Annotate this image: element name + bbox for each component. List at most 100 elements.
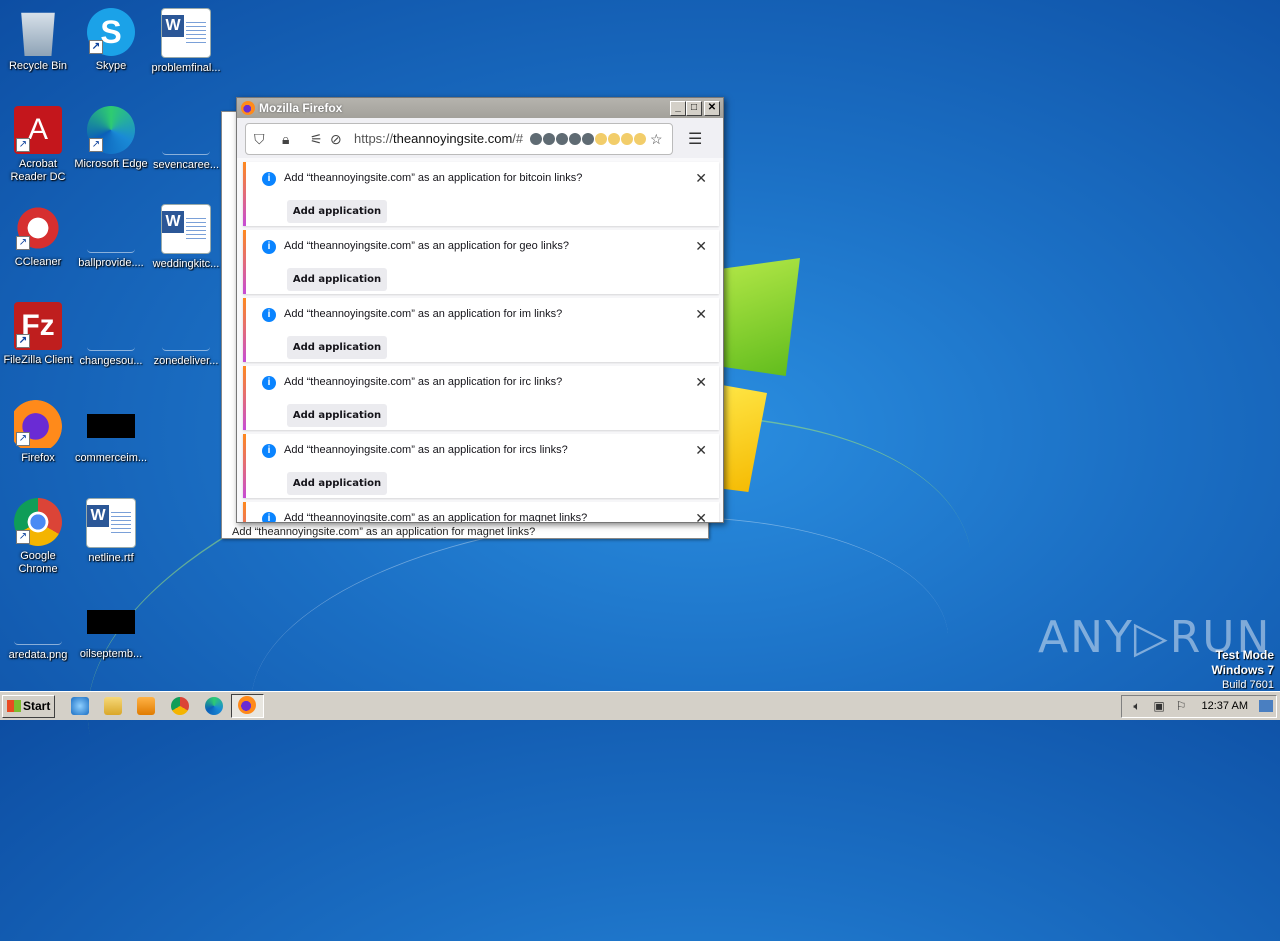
blocked-autoplay-icon[interactable]: ⊘ [330, 132, 342, 146]
desktop-icon-label: FileZilla Client [3, 354, 73, 366]
add-application-button[interactable]: Add application [287, 472, 387, 495]
dismiss-notification-icon[interactable]: ✕ [695, 375, 707, 389]
protocol-handler-notification: i Add “theannoyingsite.com” as an applica… [243, 230, 719, 294]
start-button[interactable]: Start [2, 695, 55, 718]
dismiss-notification-icon[interactable]: ✕ [695, 307, 707, 321]
protocol-handler-notification: i Add “theannoyingsite.com” as an applica… [243, 298, 719, 362]
url-bar[interactable]: ⛉ 🔒︎ ⚟ ⊘ https://theannoyingsite.com/# ☆ [245, 123, 673, 155]
lock-icon[interactable]: 🔒︎ [282, 132, 289, 146]
desktop-icon-label: Firefox [21, 452, 55, 464]
edge-taskbar-icon[interactable] [205, 697, 223, 715]
navigation-toolbar: ⛉ 🔒︎ ⚟ ⊘ https://theannoyingsite.com/# ☆… [237, 118, 723, 158]
desktop-icon-ccleaner[interactable]: ↗ CCleaner [0, 204, 76, 269]
desktop-icon-commerceim[interactable]: commerceim... [73, 400, 149, 465]
add-application-button[interactable]: Add application [287, 336, 387, 359]
desktop-icon-label: problemfinal... [151, 62, 221, 74]
desktop-icon-recycle-bin[interactable]: Recycle Bin [0, 8, 76, 73]
dismiss-notification-icon[interactable]: ✕ [695, 239, 707, 253]
firefox-taskbar-button[interactable] [231, 694, 264, 718]
permissions-icon[interactable]: ⚟ [310, 132, 323, 146]
shield-icon[interactable]: ⛉ [254, 132, 265, 146]
protocol-handler-notification: i Add “theannoyingsite.com” as an applica… [243, 434, 719, 498]
add-application-button[interactable]: Add application [287, 200, 387, 223]
volume-icon[interactable]: 🔈︎ [1130, 699, 1144, 713]
desktop-icon-ballprovide[interactable]: ballprovide.... [73, 204, 149, 270]
acrobat-icon: A ↗ [14, 106, 62, 154]
notification-message: Add “theannoyingsite.com” as an applicat… [284, 444, 568, 456]
desktop-icon-label: aredata.png [8, 649, 68, 661]
desktop-icon-edge[interactable]: ↗ Microsoft Edge [73, 106, 149, 171]
desktop-icon-acrobat[interactable]: A ↗ Acrobat Reader DC [0, 106, 76, 184]
desktop-icon-skype[interactable]: S ↗ Skype [73, 8, 149, 73]
desktop-icon-firefox[interactable]: ↗ Firefox [0, 400, 76, 465]
dismiss-notification-icon[interactable]: ✕ [695, 171, 707, 185]
firefox-window[interactable]: Mozilla Firefox _ □ ✕ ⛉ 🔒︎ ⚟ ⊘ https://t… [236, 97, 724, 523]
url-emoji-dot [595, 133, 607, 145]
desktop-icon-weddingkitc[interactable]: W weddingkitc... [148, 204, 224, 271]
show-desktop-icon[interactable] [1259, 700, 1273, 712]
action-center-flag-icon[interactable]: ⚐ [1174, 699, 1188, 713]
desktop-icon-oilseptemb[interactable]: oilseptemb... [73, 596, 149, 661]
bookmark-star-icon[interactable]: ☆ [650, 132, 663, 146]
shortcut-arrow-icon: ↗ [16, 334, 30, 348]
clock[interactable]: 12:37 AM [1202, 700, 1248, 712]
shortcut-arrow-icon: ↗ [16, 236, 30, 250]
word-doc-icon: W [86, 498, 136, 548]
desktop-icon-sevencaree[interactable]: sevencaree... [148, 106, 224, 172]
word-doc-icon: W [161, 8, 211, 58]
file-icon [87, 302, 135, 351]
taskbar: Start 🔈︎ ▣ ⚐ 12:37 AM [0, 691, 1280, 720]
info-icon: i [262, 444, 276, 458]
skype-icon: S ↗ [87, 8, 135, 56]
desktop-icon-changesou[interactable]: changesou... [73, 302, 149, 368]
url-emoji-dot [530, 133, 542, 145]
url-emoji-dot [556, 133, 568, 145]
close-window-button[interactable]: ✕ [704, 101, 720, 116]
url-emoji-dot [621, 133, 633, 145]
hamburger-menu-icon[interactable]: ☰ [688, 129, 702, 149]
notification-message: Add “theannoyingsite.com” as an applicat… [284, 240, 569, 252]
windows-flag-icon [7, 700, 21, 712]
info-icon: i [262, 308, 276, 322]
desktop-icon-label: Acrobat Reader DC [10, 158, 66, 183]
test-mode-text: Test Mode Windows 7 Build 7601 [1211, 648, 1274, 691]
word-doc-icon: W [161, 204, 211, 254]
add-application-button[interactable]: Add application [287, 404, 387, 427]
dismiss-notification-icon[interactable]: ✕ [695, 511, 707, 522]
shortcut-arrow-icon: ↗ [89, 138, 103, 152]
file-icon [87, 204, 135, 253]
shortcut-arrow-icon: ↗ [16, 432, 30, 446]
notification-message: Add “theannoyingsite.com” as an applicat… [284, 512, 588, 522]
desktop-icon-zonedeliver[interactable]: zonedeliver... [148, 302, 224, 368]
chrome-taskbar-icon[interactable] [171, 697, 189, 715]
desktop-icon-netline[interactable]: W netline.rtf [73, 498, 149, 565]
internet-explorer-icon[interactable] [71, 697, 89, 715]
recycle-bin-icon [21, 12, 55, 56]
url-text[interactable]: https://theannoyingsite.com/# [354, 131, 523, 146]
window-titlebar[interactable]: Mozilla Firefox _ □ ✕ [237, 98, 723, 118]
desktop-icon-problemfinal[interactable]: W problemfinal... [148, 8, 224, 75]
file-explorer-icon[interactable] [104, 697, 122, 715]
minimize-button[interactable]: _ [670, 101, 686, 116]
desktop-icon-label: CCleaner [14, 256, 62, 268]
desktop-icon-chrome[interactable]: ↗ Google Chrome [0, 498, 76, 576]
shortcut-arrow-icon: ↗ [16, 138, 30, 152]
desktop-icon-label: Microsoft Edge [74, 158, 148, 170]
add-application-button[interactable]: Add application [287, 268, 387, 291]
edge-icon: ↗ [87, 106, 135, 154]
info-icon: i [262, 376, 276, 390]
network-icon[interactable]: ▣ [1152, 699, 1166, 713]
media-player-icon[interactable] [137, 697, 155, 715]
desktop-icon-aredata[interactable]: aredata.png [0, 596, 76, 662]
url-emoji-dot [582, 133, 594, 145]
firefox-icon [241, 101, 255, 115]
dismiss-notification-icon[interactable]: ✕ [695, 443, 707, 457]
desktop-icon-label: commerceim... [74, 452, 148, 464]
firefox-icon: ↗ [14, 400, 62, 448]
url-emoji-dot [608, 133, 620, 145]
desktop-icon-label: Recycle Bin [8, 60, 68, 72]
maximize-button[interactable]: □ [686, 101, 702, 116]
notification-message: Add “theannoyingsite.com” as an applicat… [284, 308, 563, 320]
desktop-icon-filezilla[interactable]: Fz ↗ FileZilla Client [0, 302, 76, 367]
info-icon: i [262, 512, 276, 522]
